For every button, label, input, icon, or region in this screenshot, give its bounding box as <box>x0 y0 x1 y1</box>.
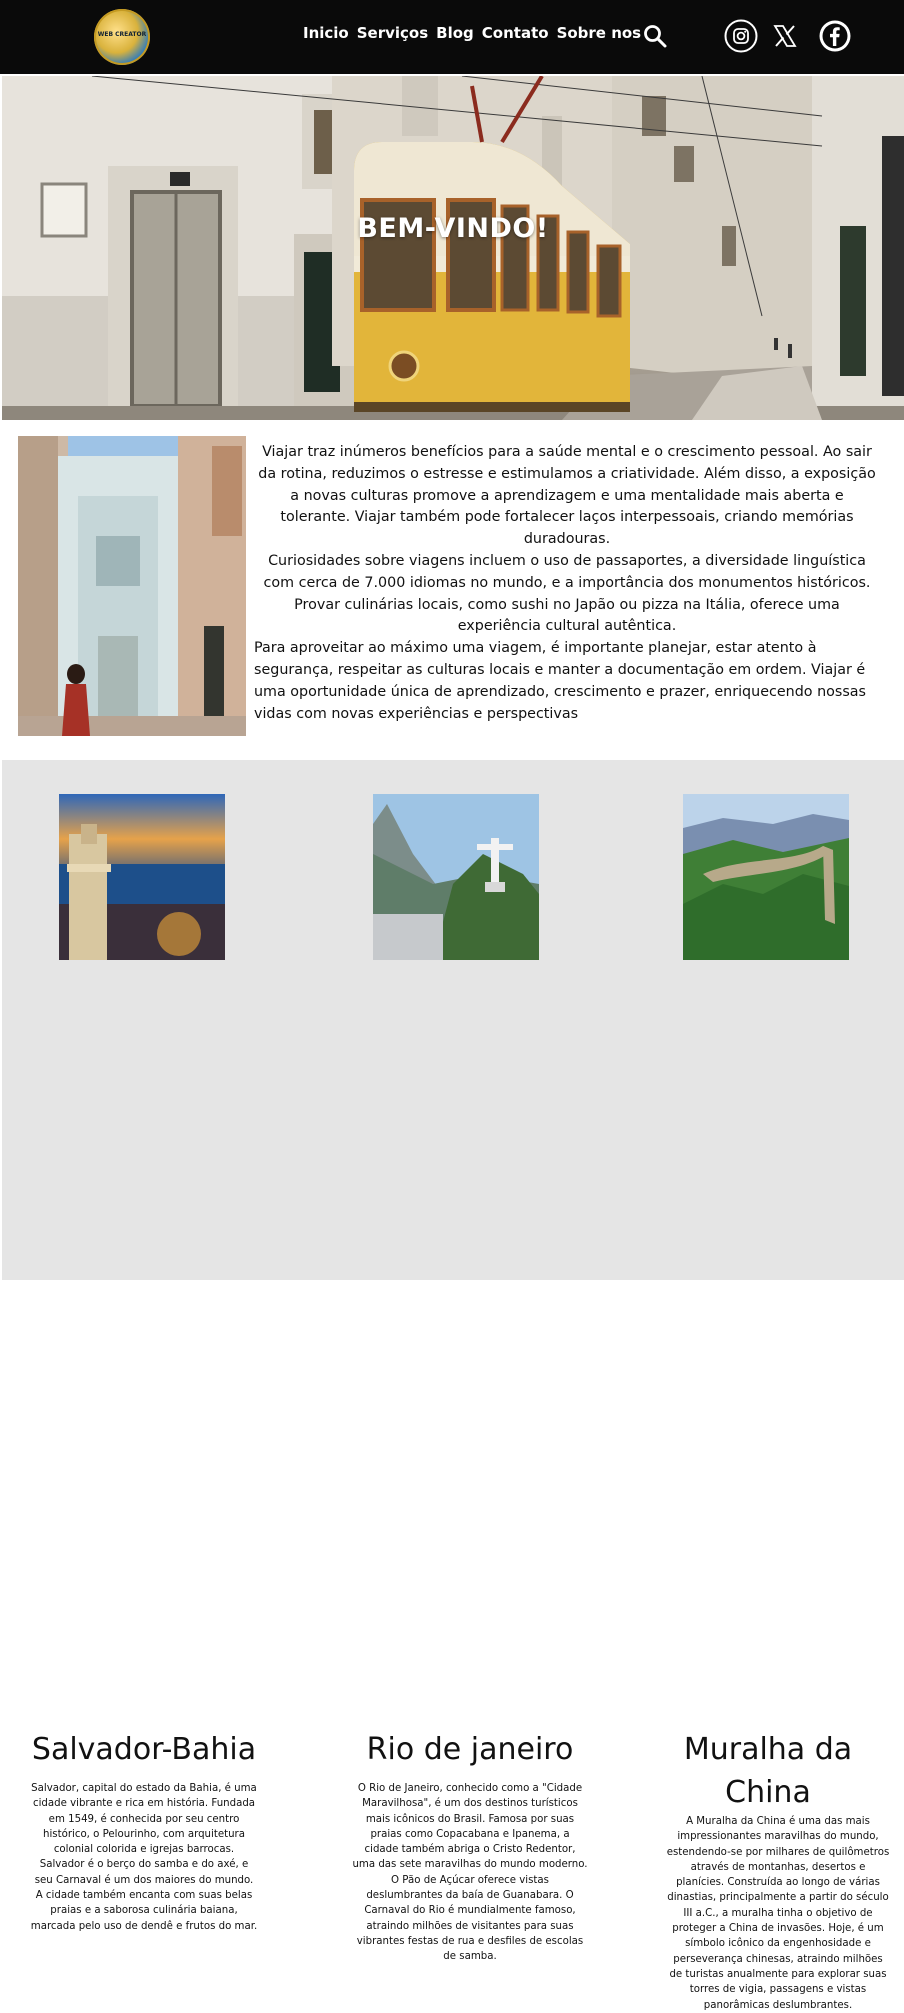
salvador-image <box>59 794 225 960</box>
search-icon[interactable] <box>642 23 668 49</box>
intro-photo <box>18 436 246 736</box>
menu-item-blog[interactable]: Blog <box>436 24 474 42</box>
logo[interactable]: WEB CREATOR <box>94 9 150 65</box>
menu-item-sobre-nos[interactable]: Sobre nos <box>557 24 642 42</box>
rio-image <box>373 794 539 960</box>
muralha-image <box>683 794 849 960</box>
main-menu: Inicio Serviços Blog Contato Sobre nos <box>303 24 649 42</box>
muralha-text: A Muralha da China é uma das mais impres… <box>666 1816 890 2011</box>
hero-title: BEM-VINDO! <box>357 213 549 244</box>
menu-item-servicos[interactable]: Serviços <box>357 24 428 42</box>
intro-paragraph-3: Para aproveitar ao máximo uma viagem, é … <box>254 640 866 722</box>
intro-paragraph-2: Curiosidades sobre viagens incluem o uso… <box>263 552 871 635</box>
hero-image <box>2 76 904 420</box>
menu-item-contato[interactable]: Contato <box>482 24 549 42</box>
navbar: WEB CREATOR Inicio Serviços Blog Contato… <box>0 0 904 74</box>
muralha-title: Muralha da China <box>683 1732 853 1810</box>
intro-image <box>18 436 246 736</box>
intro-text: Viajar traz inúmeros benefícios para a s… <box>254 442 880 725</box>
logo-text: WEB CREATOR <box>97 31 147 38</box>
x-icon[interactable] <box>768 19 802 53</box>
facebook-icon[interactable] <box>818 19 852 53</box>
salvador-text: Salvador, capital do estado da Bahia, é … <box>30 1783 258 1932</box>
instagram-icon[interactable] <box>724 19 758 53</box>
menu-item-inicio[interactable]: Inicio <box>303 24 349 42</box>
rio-title: Rio de janeiro <box>366 1732 574 1767</box>
intro-paragraph-1: Viajar traz inúmeros benefícios para a s… <box>258 444 876 548</box>
rio-text: O Rio de Janeiro, conhecido como a "Cida… <box>352 1783 588 1963</box>
salvador-title: Salvador-Bahia <box>31 1732 257 1767</box>
hero-banner: BEM-VINDO! <box>2 76 904 420</box>
destinations-section: Salvador-Bahia Salvador, capital do esta… <box>2 760 904 2011</box>
